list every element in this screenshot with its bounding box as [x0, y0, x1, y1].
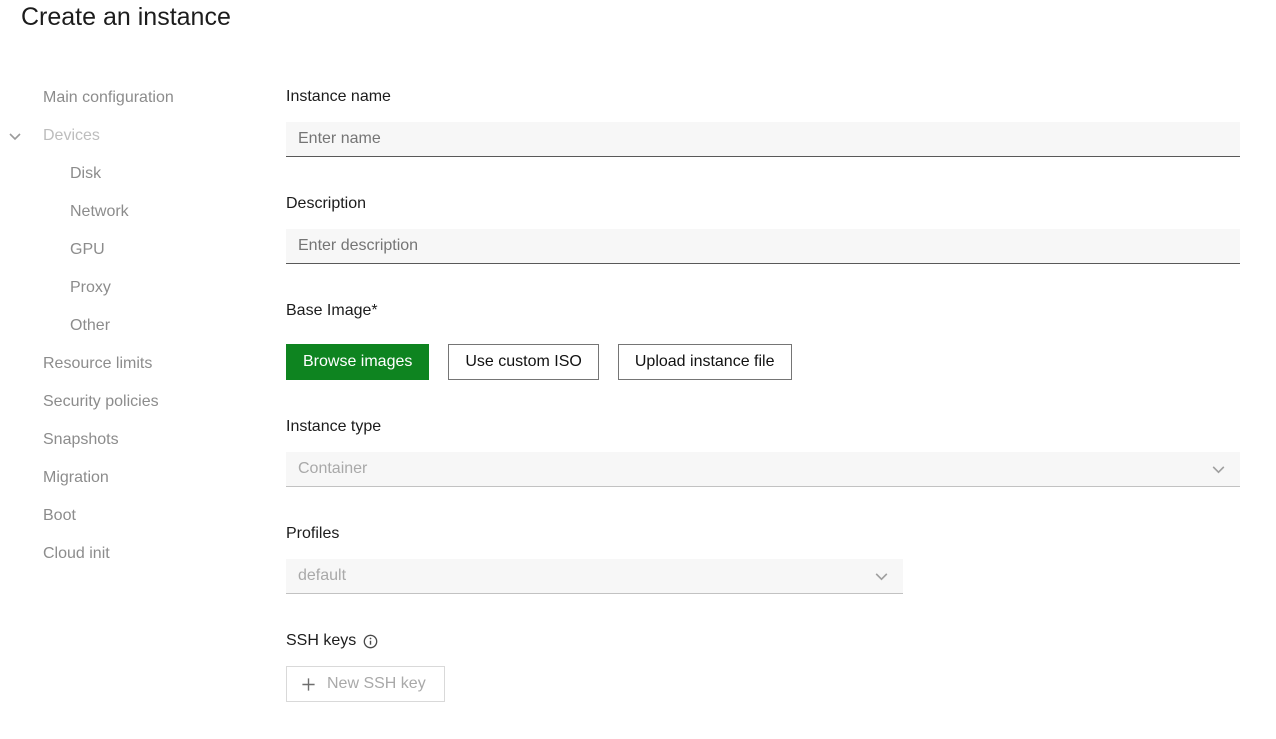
sidebar-item-network[interactable]: Network — [0, 193, 286, 231]
sidebar-item-security-policies[interactable]: Security policies — [0, 383, 286, 421]
use-custom-iso-button[interactable]: Use custom ISO — [448, 344, 598, 380]
ssh-keys-label-text: SSH keys — [286, 631, 356, 650]
instance-name-group: Instance name — [286, 87, 1240, 157]
description-label: Description — [286, 194, 1240, 213]
sidebar-item-label: Disk — [70, 165, 101, 183]
form-section-nav: Main configuration Devices Disk Network … — [0, 79, 286, 573]
sidebar-item-label: Boot — [43, 507, 76, 525]
sidebar-item-label: Resource limits — [43, 355, 152, 373]
sidebar-item-label: Devices — [43, 127, 100, 145]
sidebar-item-snapshots[interactable]: Snapshots — [0, 421, 286, 459]
sidebar-item-proxy[interactable]: Proxy — [0, 269, 286, 307]
create-instance-form: Instance name Description Base Image* Br… — [286, 87, 1240, 739]
description-input[interactable] — [286, 229, 1240, 264]
sidebar-item-main-configuration[interactable]: Main configuration — [0, 79, 286, 117]
profiles-group: Profiles default — [286, 524, 1240, 594]
chevron-down-icon — [1210, 461, 1227, 478]
new-ssh-key-button[interactable]: New SSH key — [286, 666, 445, 702]
sidebar-item-label: Proxy — [70, 279, 111, 297]
page-title: Create an instance — [21, 0, 231, 34]
upload-instance-file-button[interactable]: Upload instance file — [618, 344, 792, 380]
plus-icon — [301, 677, 316, 692]
sidebar-item-label: GPU — [70, 241, 105, 259]
profiles-select[interactable]: default — [286, 559, 903, 594]
description-group: Description — [286, 194, 1240, 264]
sidebar-item-label: Snapshots — [43, 431, 119, 449]
chevron-down-icon — [873, 568, 890, 585]
sidebar-item-devices[interactable]: Devices — [0, 117, 286, 155]
sidebar-item-migration[interactable]: Migration — [0, 459, 286, 497]
sidebar-item-cloud-init[interactable]: Cloud init — [0, 535, 286, 573]
ssh-keys-group: SSH keys New SSH key — [286, 631, 1240, 702]
browse-images-button[interactable]: Browse images — [286, 344, 429, 380]
sidebar-item-label: Migration — [43, 469, 109, 487]
sidebar-item-label: Main configuration — [43, 89, 174, 107]
chevron-down-icon — [7, 128, 23, 144]
instance-name-input[interactable] — [286, 122, 1240, 157]
sidebar-item-resource-limits[interactable]: Resource limits — [0, 345, 286, 383]
sidebar-item-boot[interactable]: Boot — [0, 497, 286, 535]
sidebar-item-label: Other — [70, 317, 110, 335]
sidebar-item-label: Network — [70, 203, 129, 221]
new-ssh-key-label: New SSH key — [327, 675, 426, 693]
profiles-label: Profiles — [286, 524, 1240, 543]
instance-type-label: Instance type — [286, 417, 1240, 436]
base-image-buttons: Browse images Use custom ISO Upload inst… — [286, 344, 1240, 380]
sidebar-item-other[interactable]: Other — [0, 307, 286, 345]
instance-type-select[interactable]: Container — [286, 452, 1240, 487]
sidebar-item-disk[interactable]: Disk — [0, 155, 286, 193]
ssh-keys-label: SSH keys — [286, 631, 1240, 650]
sidebar-item-label: Cloud init — [43, 545, 110, 563]
base-image-label: Base Image* — [286, 301, 1240, 320]
sidebar-item-label: Security policies — [43, 393, 159, 411]
sidebar-item-gpu[interactable]: GPU — [0, 231, 286, 269]
instance-type-group: Instance type Container — [286, 417, 1240, 487]
base-image-group: Base Image* Browse images Use custom ISO… — [286, 301, 1240, 380]
instance-name-label: Instance name — [286, 87, 1240, 106]
instance-type-value: Container — [298, 460, 367, 478]
info-icon[interactable] — [363, 634, 378, 649]
profiles-value: default — [298, 567, 346, 585]
